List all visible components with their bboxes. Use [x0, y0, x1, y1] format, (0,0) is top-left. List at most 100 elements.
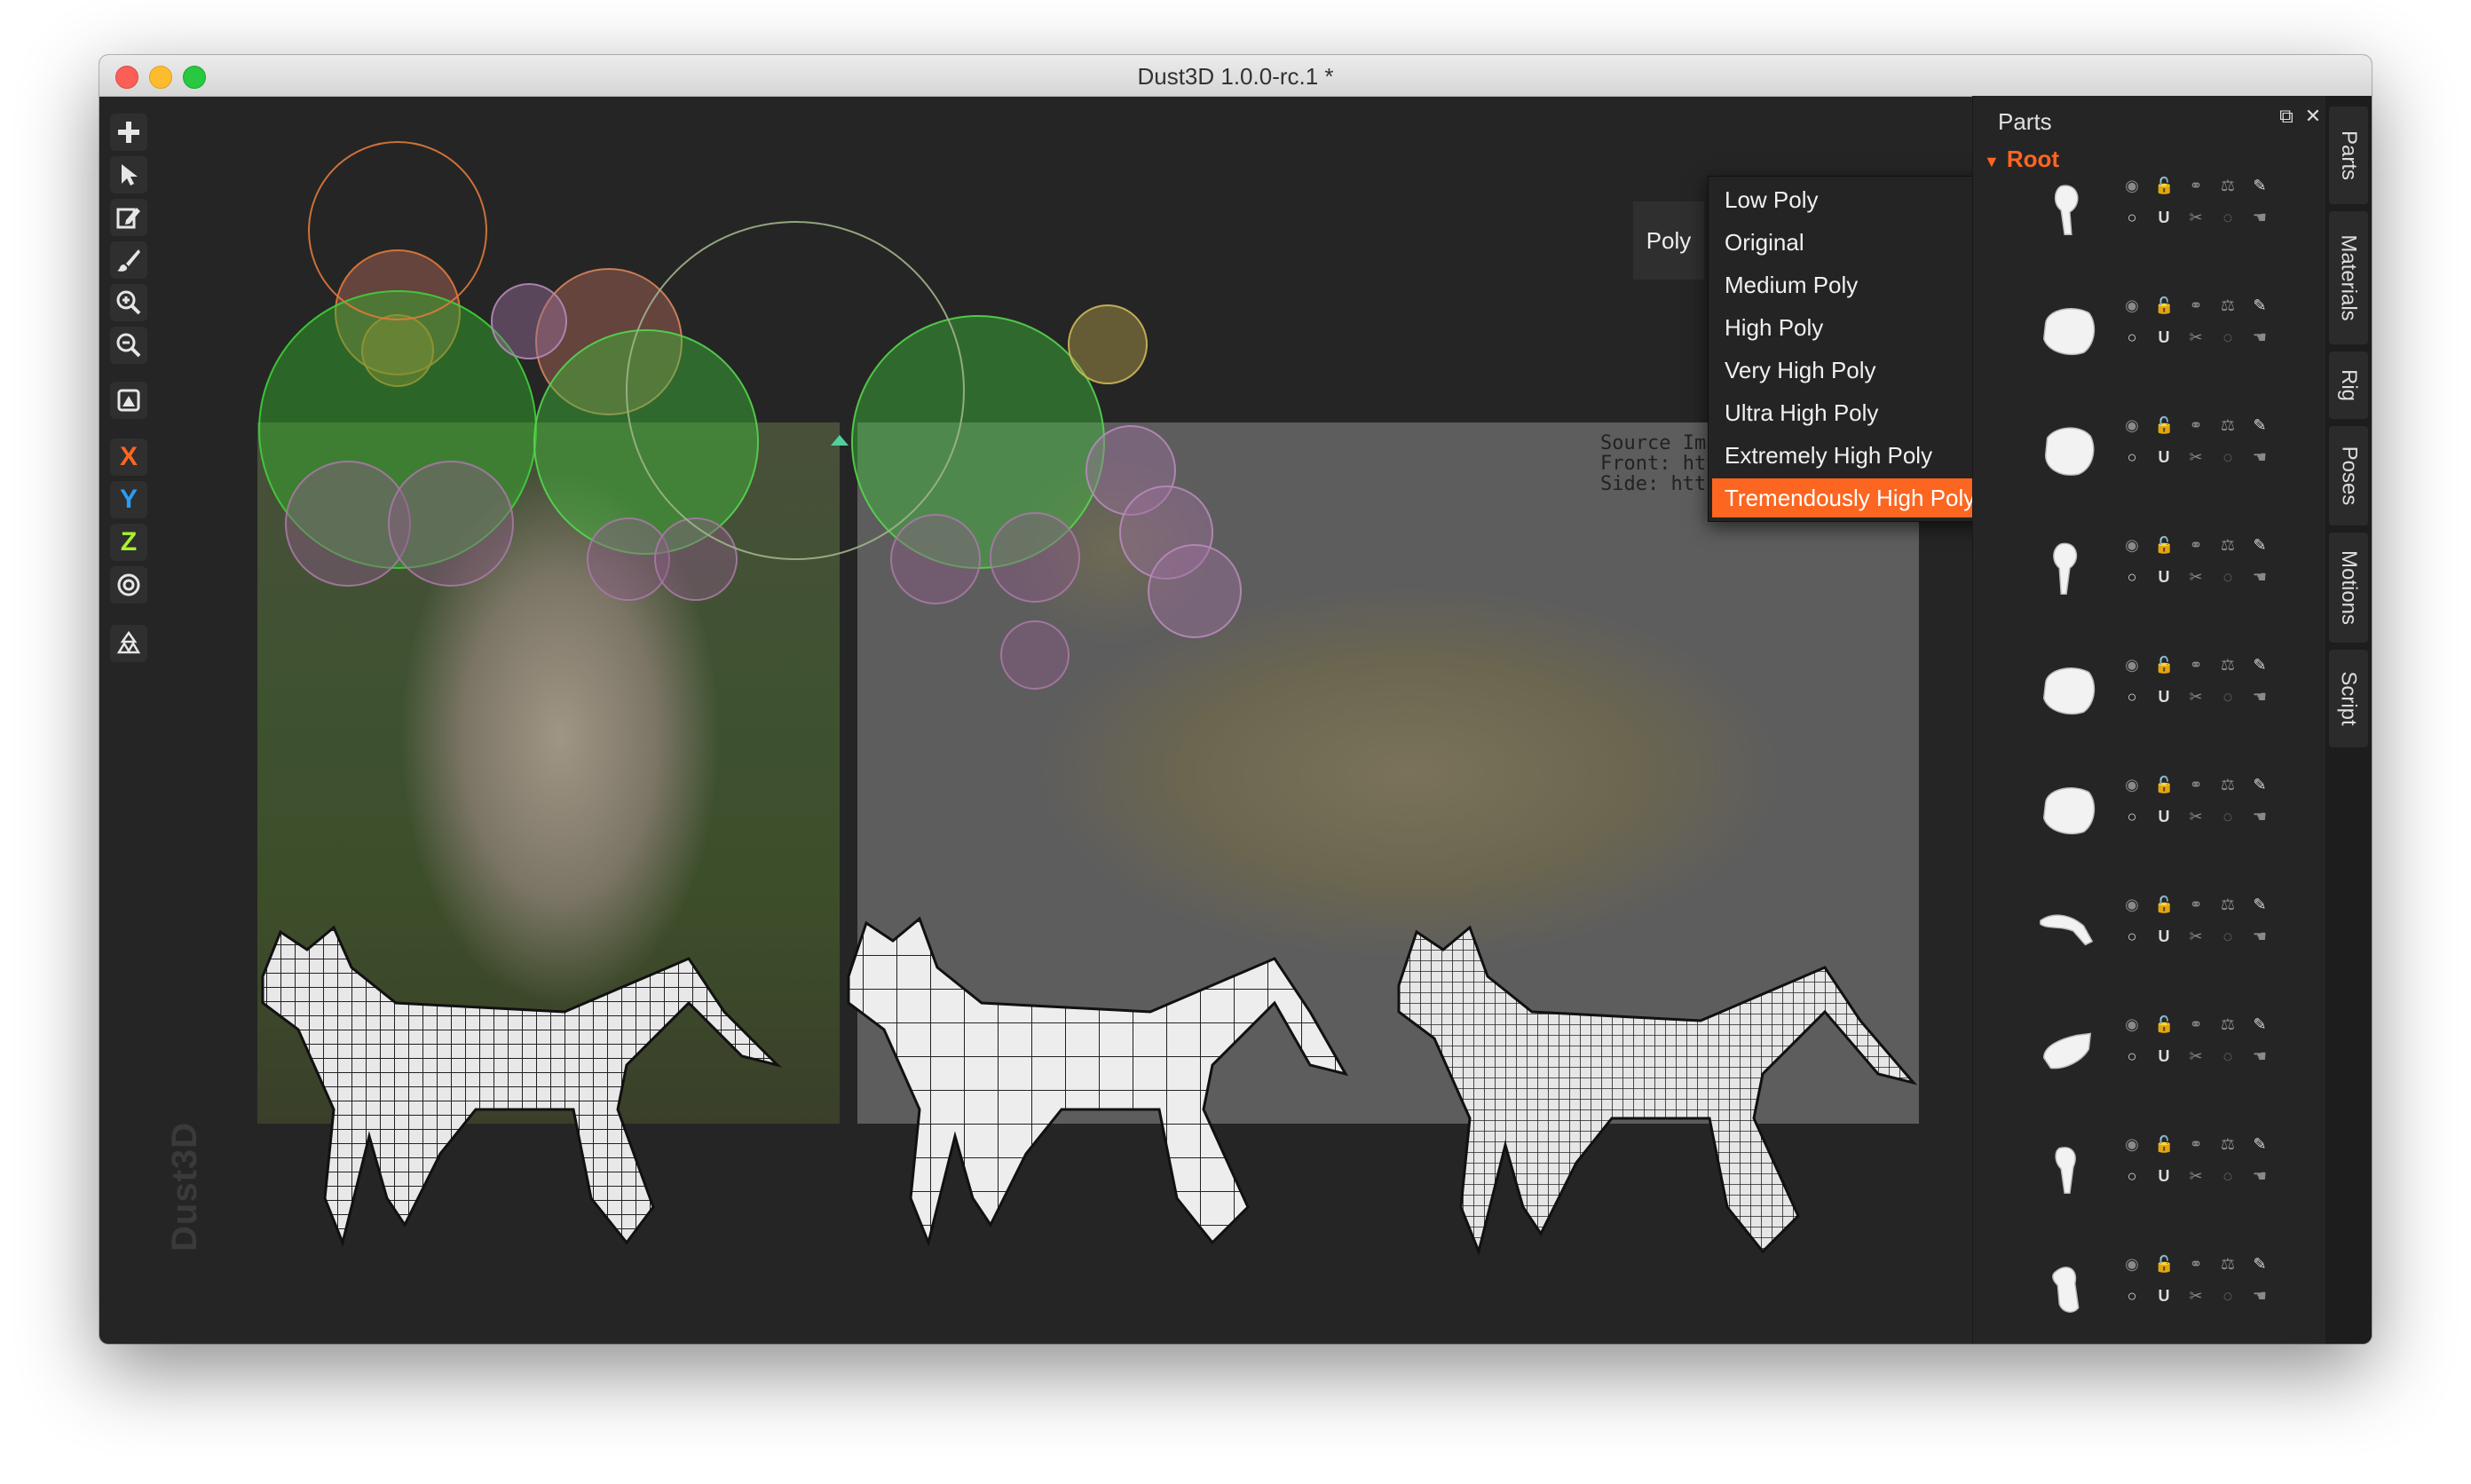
color-picker-icon[interactable]: ✎ [2250, 296, 2270, 315]
magnet-icon[interactable]: U [2154, 927, 2174, 946]
dotted-circle-icon[interactable]: ◌ [2218, 1166, 2238, 1186]
hand-icon[interactable]: ☚ [2250, 567, 2270, 587]
circle-icon[interactable]: ○ [2122, 208, 2142, 227]
part-row[interactable]: ◉ ○ 🔓 U ⚭ ✂ ⚖ ◌ ✎ ☚ [2012, 997, 2296, 1101]
hand-icon[interactable]: ☚ [2250, 1046, 2270, 1066]
circle-icon[interactable]: ○ [2122, 687, 2142, 706]
lock-icon[interactable]: 🔓 [2154, 296, 2174, 315]
link-icon[interactable]: ⚭ [2186, 775, 2206, 794]
eye-icon[interactable]: ◉ [2122, 535, 2142, 555]
lock-icon[interactable]: 🔓 [2154, 895, 2174, 914]
hand-icon[interactable]: ☚ [2250, 328, 2270, 347]
dotted-circle-icon[interactable]: ◌ [2218, 927, 2238, 946]
dotted-circle-icon[interactable]: ◌ [2218, 1046, 2238, 1066]
balance-icon[interactable]: ⚖ [2218, 775, 2238, 794]
tab-parts[interactable]: Parts [2329, 107, 2368, 204]
balance-icon[interactable]: ⚖ [2218, 296, 2238, 315]
lock-icon[interactable]: 🔓 [2154, 176, 2174, 195]
eye-icon[interactable]: ◉ [2122, 655, 2142, 675]
lock-icon[interactable]: 🔓 [2154, 1014, 2174, 1034]
scissors-icon[interactable]: ✂ [2186, 807, 2206, 826]
magnet-icon[interactable]: U [2154, 807, 2174, 826]
circle-icon[interactable]: ○ [2122, 328, 2142, 347]
lock-icon[interactable]: 🔓 [2154, 775, 2174, 794]
magnet-icon[interactable]: U [2154, 687, 2174, 706]
part-row[interactable]: ◉ ○ 🔓 U ⚭ ✂ ⚖ ◌ ✎ ☚ [2012, 757, 2296, 862]
color-picker-icon[interactable]: ✎ [2250, 415, 2270, 435]
eye-icon[interactable]: ◉ [2122, 895, 2142, 914]
balance-icon[interactable]: ⚖ [2218, 1014, 2238, 1034]
dotted-circle-icon[interactable]: ◌ [2218, 328, 2238, 347]
magnet-icon[interactable]: U [2154, 1286, 2174, 1306]
lock-icon[interactable]: 🔓 [2154, 1254, 2174, 1274]
lock-icon[interactable]: 🔓 [2154, 535, 2174, 555]
part-row[interactable]: ◉ ○ 🔓 U ⚭ ✂ ⚖ ◌ ✎ ☚ [2012, 278, 2296, 383]
circle-icon[interactable]: ○ [2122, 567, 2142, 587]
magnet-icon[interactable]: U [2154, 208, 2174, 227]
recycle-icon[interactable] [110, 625, 147, 662]
radius-icon[interactable] [110, 566, 147, 604]
eye-icon[interactable]: ◉ [2122, 1254, 2142, 1274]
select-icon[interactable] [110, 156, 147, 193]
tab-motions[interactable]: Motions [2329, 533, 2368, 643]
scissors-icon[interactable]: ✂ [2186, 1046, 2206, 1066]
tab-materials[interactable]: Materials [2329, 211, 2368, 344]
color-picker-icon[interactable]: ✎ [2250, 655, 2270, 675]
eye-icon[interactable]: ◉ [2122, 296, 2142, 315]
link-icon[interactable]: ⚭ [2186, 895, 2206, 914]
scissors-icon[interactable]: ✂ [2186, 447, 2206, 467]
color-picker-icon[interactable]: ✎ [2250, 775, 2270, 794]
dotted-circle-icon[interactable]: ◌ [2218, 208, 2238, 227]
link-icon[interactable]: ⚭ [2186, 176, 2206, 195]
lock-icon[interactable]: 🔓 [2154, 1134, 2174, 1154]
link-icon[interactable]: ⚭ [2186, 1134, 2206, 1154]
scissors-icon[interactable]: ✂ [2186, 208, 2206, 227]
y-axis-toggle[interactable]: Y [110, 481, 147, 518]
balance-icon[interactable]: ⚖ [2218, 1134, 2238, 1154]
hand-icon[interactable]: ☚ [2250, 687, 2270, 706]
link-icon[interactable]: ⚭ [2186, 415, 2206, 435]
scissors-icon[interactable]: ✂ [2186, 328, 2206, 347]
eye-icon[interactable]: ◉ [2122, 775, 2142, 794]
dotted-circle-icon[interactable]: ◌ [2218, 807, 2238, 826]
scissors-icon[interactable]: ✂ [2186, 927, 2206, 946]
hand-icon[interactable]: ☚ [2250, 807, 2270, 826]
poly-level-button[interactable]: Poly [1633, 201, 1704, 280]
balance-icon[interactable]: ⚖ [2218, 415, 2238, 435]
paint-brush-icon[interactable] [110, 241, 147, 279]
dotted-circle-icon[interactable]: ◌ [2218, 687, 2238, 706]
balance-icon[interactable]: ⚖ [2218, 176, 2238, 195]
tab-rig[interactable]: Rig [2329, 351, 2368, 419]
circle-icon[interactable]: ○ [2122, 447, 2142, 467]
part-row[interactable]: ◉ ○ 🔓 U ⚭ ✂ ⚖ ◌ ✎ ☚ [2012, 1117, 2296, 1221]
balance-icon[interactable]: ⚖ [2218, 655, 2238, 675]
part-row[interactable]: ◉ ○ 🔓 U ⚭ ✂ ⚖ ◌ ✎ ☚ [2012, 877, 2296, 982]
magnet-icon[interactable]: U [2154, 328, 2174, 347]
link-icon[interactable]: ⚭ [2186, 296, 2206, 315]
eye-icon[interactable]: ◉ [2122, 1134, 2142, 1154]
part-row[interactable]: ◉ ○ 🔓 U ⚭ ✂ ⚖ ◌ ✎ ☚ [2012, 1236, 2296, 1341]
close-panel-icon[interactable]: ✕ [2303, 107, 2323, 126]
magnet-icon[interactable]: U [2154, 567, 2174, 587]
color-picker-icon[interactable]: ✎ [2250, 535, 2270, 555]
link-icon[interactable]: ⚭ [2186, 1254, 2206, 1274]
eye-icon[interactable]: ◉ [2122, 415, 2142, 435]
x-axis-toggle[interactable]: X [110, 438, 147, 476]
part-row[interactable]: ◉ ○ 🔓 U ⚭ ✂ ⚖ ◌ ✎ ☚ [2012, 158, 2296, 263]
dotted-circle-icon[interactable]: ◌ [2218, 1286, 2238, 1306]
add-icon[interactable] [110, 114, 147, 151]
color-picker-icon[interactable]: ✎ [2250, 1134, 2270, 1154]
lock-icon[interactable]: 🔓 [2154, 415, 2174, 435]
magnet-icon[interactable]: U [2154, 1166, 2174, 1186]
color-picker-icon[interactable]: ✎ [2250, 176, 2270, 195]
link-icon[interactable]: ⚭ [2186, 655, 2206, 675]
color-picker-icon[interactable]: ✎ [2250, 1014, 2270, 1034]
edit-icon[interactable] [110, 199, 147, 236]
magnet-icon[interactable]: U [2154, 1046, 2174, 1066]
balance-icon[interactable]: ⚖ [2218, 895, 2238, 914]
scissors-icon[interactable]: ✂ [2186, 1286, 2206, 1306]
hand-icon[interactable]: ☚ [2250, 447, 2270, 467]
hand-icon[interactable]: ☚ [2250, 927, 2270, 946]
circle-icon[interactable]: ○ [2122, 1046, 2142, 1066]
balance-icon[interactable]: ⚖ [2218, 535, 2238, 555]
